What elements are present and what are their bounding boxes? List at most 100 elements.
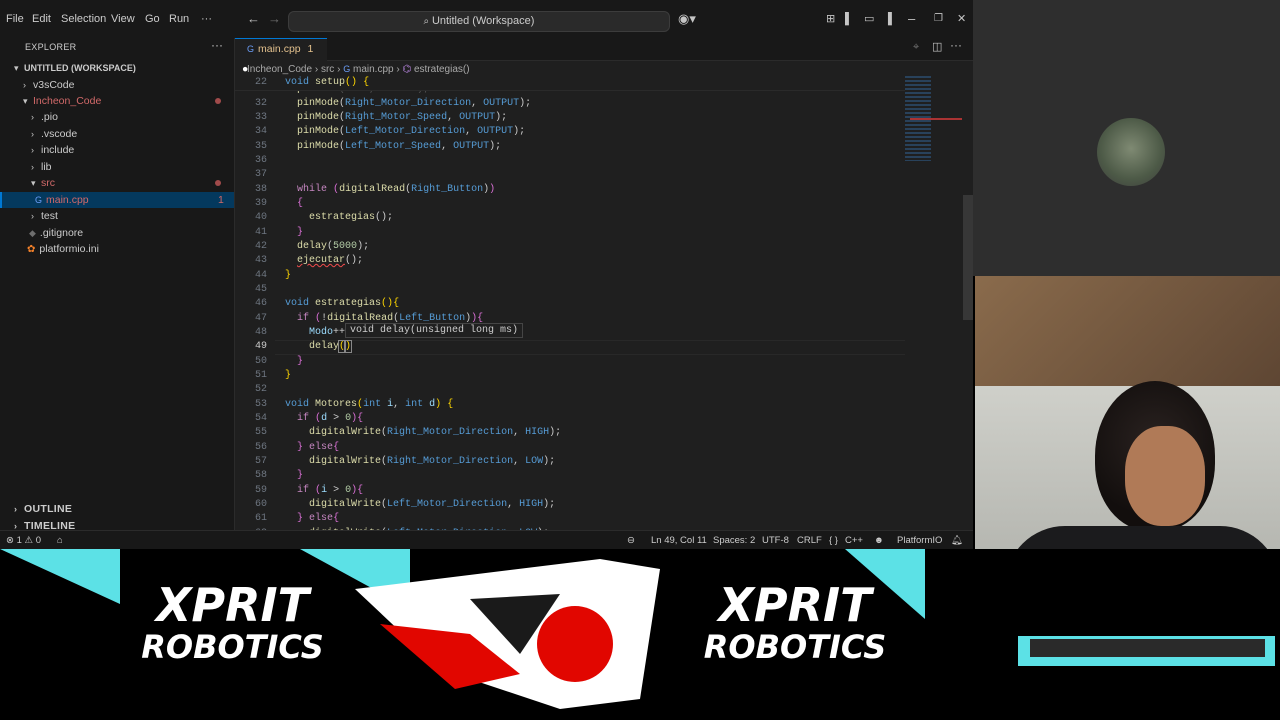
git-file-icon: ◆ bbox=[29, 228, 36, 238]
webcam-person-face bbox=[1125, 426, 1205, 526]
platformio-status[interactable]: PlatformIO bbox=[897, 531, 942, 549]
line-number: 38 bbox=[254, 184, 267, 195]
token: d bbox=[321, 413, 328, 424]
tree-item-vscode[interactable]: › .vscode bbox=[31, 126, 77, 142]
tree-item-main-cpp[interactable]: Gmain.cpp bbox=[35, 192, 89, 208]
token: Right_Motor_Direction bbox=[387, 427, 514, 438]
code-line: if (d > 0){ bbox=[297, 413, 364, 424]
sticky-line-number: 22 bbox=[254, 77, 267, 88]
line-number: 34 bbox=[254, 126, 267, 137]
toggle-panel-icon[interactable]: ▭ bbox=[864, 0, 874, 38]
current-line-highlight bbox=[275, 340, 905, 355]
tree-item-v3scode[interactable]: › v3sCode bbox=[23, 77, 74, 93]
tree-item-include[interactable]: › include bbox=[31, 142, 74, 158]
outline-section[interactable]: › OUTLINE bbox=[14, 501, 72, 517]
token: HIGH bbox=[525, 427, 550, 438]
tree-item-platformio-ini[interactable]: ✿ platformio.ini bbox=[27, 241, 99, 257]
menu-view[interactable]: View bbox=[111, 0, 135, 38]
line-endings[interactable]: CRLF bbox=[797, 531, 822, 549]
token: LOW bbox=[525, 456, 544, 467]
problems-indicator[interactable]: ⊗ 1 ⚠ 0 bbox=[6, 531, 41, 549]
editor-more-icon[interactable]: ··· bbox=[950, 38, 962, 52]
toggle-secondary-sidebar-icon[interactable]: ▐ bbox=[884, 0, 892, 38]
menu-go[interactable]: Go bbox=[145, 0, 160, 38]
token: estrategias bbox=[309, 212, 376, 223]
line-number: 48 bbox=[254, 327, 267, 338]
tree-item-incheon-code[interactable]: ▾ Incheon_Code bbox=[23, 93, 101, 109]
forward-arrow-icon[interactable]: → bbox=[268, 0, 281, 38]
sticky-scroll[interactable]: 22 void setup() { bbox=[235, 76, 905, 91]
command-center[interactable]: ⌕ Untitled (Workspace) bbox=[288, 11, 670, 32]
line-number: 53 bbox=[254, 399, 267, 410]
explorer-sidebar: EXPLORER ··· ▾ UNTITLED (WORKSPACE) › v3sC… bbox=[0, 38, 235, 532]
encoding[interactable]: UTF-8 bbox=[762, 531, 789, 549]
code-editor[interactable]: 22 void setup() { pinMode(LED2, OUTPUT);… bbox=[235, 76, 905, 530]
breadcrumb-src[interactable]: src bbox=[321, 64, 334, 75]
token: HIGH bbox=[519, 499, 544, 510]
line-number: 33 bbox=[254, 112, 267, 123]
breadcrumb-folder[interactable]: Incheon_Code bbox=[247, 64, 312, 75]
code-line: digitalWrite(Right_Motor_Direction, HIGH… bbox=[309, 427, 562, 438]
minimap[interactable] bbox=[905, 76, 965, 530]
token: () bbox=[345, 77, 358, 88]
banner-left-subtitle: ROBOTICS bbox=[141, 628, 324, 666]
minimap-error-marker bbox=[910, 118, 962, 120]
cpp-file-icon: G bbox=[247, 44, 255, 54]
copilot-icon[interactable]: ◉▾ bbox=[678, 0, 696, 38]
tree-item-test[interactable]: › test bbox=[31, 208, 58, 224]
tree-item-lib[interactable]: › lib bbox=[31, 159, 52, 175]
code-line: pinMode(Right_Motor_Direction, OUTPUT); bbox=[297, 98, 532, 109]
back-arrow-icon[interactable]: ← bbox=[247, 0, 260, 38]
explorer-more-button[interactable]: ··· bbox=[211, 38, 223, 52]
token: { bbox=[297, 198, 304, 209]
webcam-ceiling bbox=[975, 276, 1280, 386]
platformio-icon[interactable]: ☻ bbox=[874, 531, 884, 549]
code-line: pinMode(Left_Motor_Speed, OUTPUT); bbox=[297, 141, 502, 152]
cyan-bar-inner bbox=[1030, 639, 1265, 657]
menu-file[interactable]: File bbox=[6, 0, 24, 38]
menu-run[interactable]: Run bbox=[169, 0, 189, 38]
home-icon[interactable]: ⌂ bbox=[57, 531, 63, 549]
cpp-file-icon: G bbox=[35, 195, 43, 205]
toggle-sidebar-icon[interactable]: ▌ bbox=[845, 0, 853, 38]
token: ) bbox=[489, 184, 496, 195]
tree-item-src[interactable]: ▾ src bbox=[31, 175, 55, 191]
restore-icon[interactable]: ❐ bbox=[934, 0, 943, 38]
pin-icon[interactable]: ⌖ bbox=[913, 41, 919, 54]
token: Modo bbox=[309, 327, 334, 338]
close-icon[interactable]: ✕ bbox=[957, 0, 966, 38]
breadcrumb-symbol[interactable]: estrategias() bbox=[414, 64, 470, 75]
customize-layout-icon[interactable]: ⊞ bbox=[826, 0, 835, 38]
token: ) bbox=[435, 399, 442, 410]
editor-scrollbar[interactable] bbox=[963, 195, 973, 320]
token: if bbox=[297, 313, 310, 324]
line-number: 32 bbox=[254, 98, 267, 109]
token: } bbox=[297, 513, 304, 524]
split-editor-icon[interactable]: ◫ bbox=[932, 40, 942, 53]
token: OUTPUT bbox=[477, 126, 514, 137]
breadcrumb-file[interactable]: main.cpp bbox=[353, 64, 394, 75]
token: OUTPUT bbox=[459, 112, 496, 123]
tab-main-cpp[interactable]: Gmain.cpp 1 ● bbox=[235, 38, 327, 75]
language-braces-icon[interactable]: { } bbox=[829, 531, 838, 549]
code-line: digitalWrite(Left_Motor_Direction, HIGH)… bbox=[309, 499, 556, 510]
code-line-active: delay() bbox=[285, 340, 353, 353]
menu-edit[interactable]: Edit bbox=[32, 0, 51, 38]
token: Left_Motor_Direction bbox=[345, 126, 466, 137]
token: pinMode bbox=[297, 126, 340, 137]
notifications-bell-icon[interactable]: 🔔︎ bbox=[951, 531, 963, 549]
tree-item-gitignore[interactable]: ◆ .gitignore bbox=[29, 225, 83, 241]
menu-more[interactable]: ··· bbox=[201, 0, 212, 38]
zoom-icon[interactable]: ⊖ bbox=[627, 531, 635, 549]
menu-selection[interactable]: Selection bbox=[61, 0, 106, 38]
cursor-position[interactable]: Ln 49, Col 11 bbox=[651, 531, 707, 549]
minimize-icon[interactable]: – bbox=[908, 0, 915, 38]
code-line: } bbox=[285, 227, 303, 238]
tree-item-pio[interactable]: › .pio bbox=[31, 109, 58, 125]
language-mode[interactable]: C++ bbox=[845, 531, 863, 549]
code-line: estrategias(); bbox=[309, 212, 394, 223]
indentation[interactable]: Spaces: 2 bbox=[713, 531, 755, 549]
token: { bbox=[357, 413, 364, 424]
token: else bbox=[309, 442, 334, 453]
workspace-root[interactable]: ▾ UNTITLED (WORKSPACE) bbox=[14, 60, 136, 76]
